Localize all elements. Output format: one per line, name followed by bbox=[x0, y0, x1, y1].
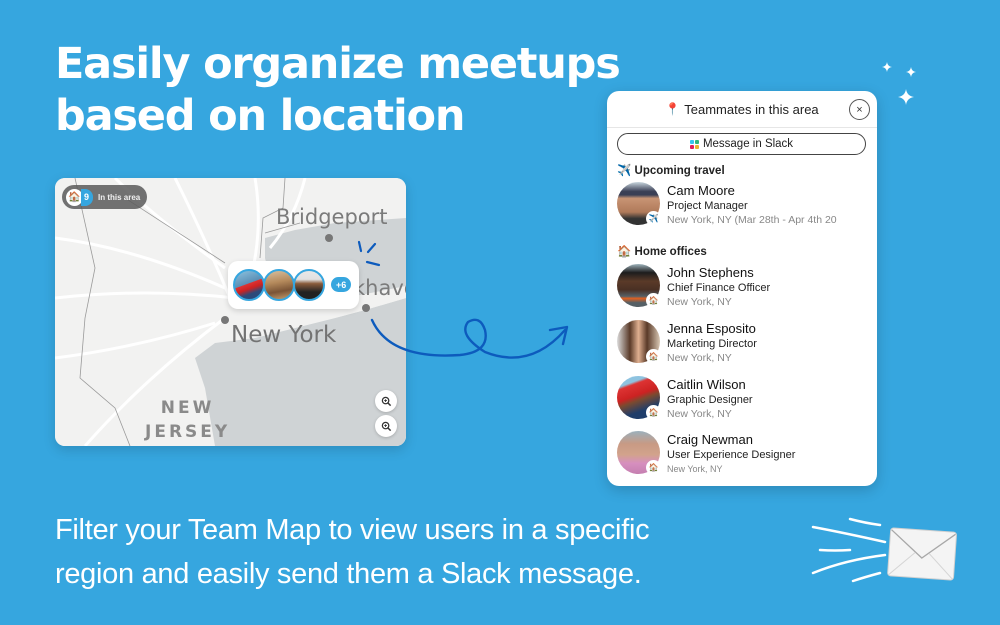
person-row[interactable]: 🏠 Craig Newman User Experience Designer … bbox=[617, 431, 872, 481]
headline-line-1: Easily organize meetups bbox=[55, 39, 621, 89]
sparkle-icon bbox=[906, 67, 916, 77]
airplane-icon: ✈️ bbox=[617, 165, 632, 177]
subtext-line-2: region and easily send them a Slack mess… bbox=[55, 558, 642, 590]
subtext-line-1: Filter your Team Map to view users in a … bbox=[55, 514, 650, 546]
panel-title: Teammates in this area bbox=[684, 101, 819, 117]
person-location: New York, NY bbox=[667, 408, 732, 420]
nj-line-2: JERSEY bbox=[145, 422, 231, 442]
person-location: New York, NY (Mar 28th - Apr 4th 20 bbox=[667, 214, 837, 226]
zoom-out-button[interactable] bbox=[375, 415, 397, 437]
home-badge-icon: 🏠 bbox=[646, 293, 661, 308]
team-map[interactable]: Bridgeport New York khave NEW JERSEY 🏠 9… bbox=[55, 178, 406, 446]
avatar bbox=[293, 269, 325, 301]
slack-button-label: Message in Slack bbox=[702, 138, 794, 150]
area-count: 9 bbox=[81, 188, 94, 206]
person-name: Cam Moore bbox=[667, 183, 735, 198]
map-label-new-jersey: NEW JERSEY bbox=[145, 396, 230, 444]
person-name: John Stephens bbox=[667, 265, 754, 280]
person-row[interactable]: 🏠 John Stephens Chief Finance Officer Ne… bbox=[617, 264, 872, 314]
envelope-icon bbox=[811, 517, 957, 583]
map-label-bridgeport: Bridgeport bbox=[276, 205, 388, 229]
in-this-area-pill[interactable]: 🏠 9 In this area bbox=[62, 185, 147, 209]
zoom-in-icon bbox=[381, 396, 391, 406]
nj-line-1: NEW bbox=[160, 398, 215, 418]
person-role: Chief Finance Officer bbox=[667, 282, 771, 294]
avatar bbox=[263, 269, 295, 301]
teammates-panel: 📍 Teammates in this area × Message in Sl… bbox=[607, 91, 877, 486]
person-location: New York, NY bbox=[667, 352, 732, 364]
curly-arrow-icon bbox=[370, 318, 569, 359]
sparkle-icon bbox=[882, 62, 892, 72]
avatar bbox=[233, 269, 265, 301]
person-row[interactable]: ✈️ Cam Moore Project Manager New York, N… bbox=[617, 182, 872, 232]
message-in-slack-button[interactable]: Message in Slack bbox=[617, 133, 866, 155]
close-icon: × bbox=[856, 103, 863, 116]
person-role: Marketing Director bbox=[667, 338, 757, 350]
emphasis-marks bbox=[357, 240, 381, 267]
sparkle-icon bbox=[898, 89, 914, 105]
more-users-badge[interactable]: +6 bbox=[331, 277, 352, 292]
person-name: Craig Newman bbox=[667, 432, 753, 447]
section-home-offices: 🏠 Home offices bbox=[617, 244, 707, 258]
person-location: New York, NY bbox=[667, 296, 732, 308]
user-cluster-marker[interactable]: +6 bbox=[228, 261, 359, 309]
person-location: New York, NY bbox=[667, 464, 723, 474]
headline-line-2: based on location bbox=[55, 91, 465, 141]
person-role: Graphic Designer bbox=[667, 394, 753, 406]
close-button[interactable]: × bbox=[849, 99, 870, 120]
person-role: User Experience Designer bbox=[667, 449, 796, 461]
slack-icon bbox=[689, 139, 699, 149]
panel-header: 📍 Teammates in this area × bbox=[607, 91, 877, 128]
pin-icon: 📍 bbox=[665, 102, 681, 116]
person-name: Caitlin Wilson bbox=[667, 377, 746, 392]
home-badge-icon: 🏠 bbox=[646, 349, 661, 364]
area-label: In this area bbox=[98, 192, 141, 202]
travel-badge-icon: ✈️ bbox=[646, 211, 661, 226]
person-name: Jenna Esposito bbox=[667, 321, 756, 336]
subtext: Filter your Team Map to view users in a … bbox=[55, 508, 650, 596]
person-row[interactable]: 🏠 Caitlin Wilson Graphic Designer New Yo… bbox=[617, 376, 872, 426]
home-badge-icon: 🏠 bbox=[646, 460, 661, 475]
home-badge-icon: 🏠 bbox=[646, 405, 661, 420]
person-row[interactable]: 🏠 Jenna Esposito Marketing Director New … bbox=[617, 320, 872, 370]
zoom-in-button[interactable] bbox=[375, 390, 397, 412]
section-title-home: Home offices bbox=[634, 246, 707, 258]
section-upcoming-travel: ✈️ Upcoming travel bbox=[617, 163, 725, 177]
headline: Easily organize meetups based on locatio… bbox=[55, 38, 621, 142]
map-label-khaven: khave bbox=[353, 276, 406, 300]
person-role: Project Manager bbox=[667, 200, 748, 212]
map-label-new-york: New York bbox=[231, 322, 337, 348]
section-title-travel: Upcoming travel bbox=[634, 165, 725, 177]
zoom-out-icon bbox=[381, 421, 391, 431]
house-icon: 🏠 bbox=[617, 246, 632, 258]
